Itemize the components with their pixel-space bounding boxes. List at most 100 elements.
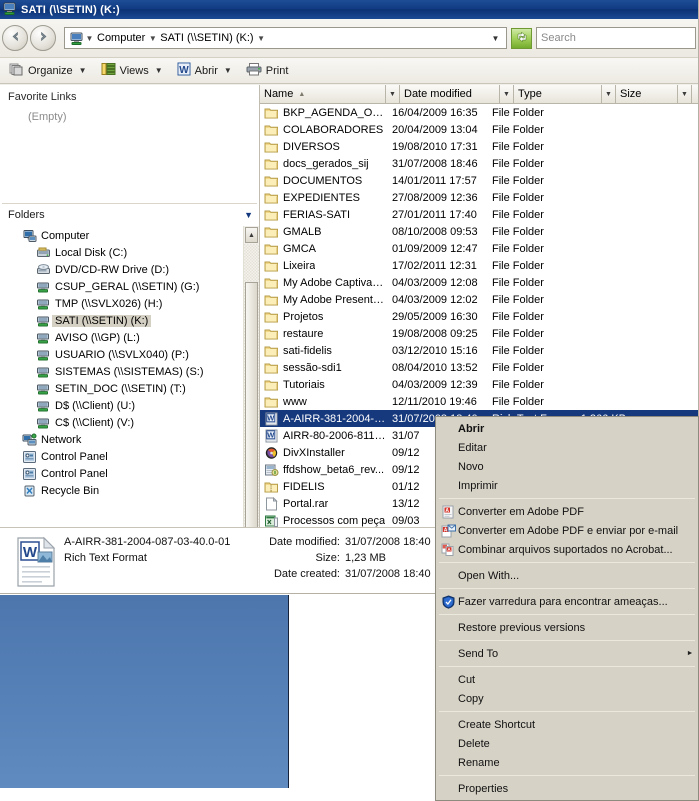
table-row[interactable]: My Adobe Presentati... 04/03/2009 12:02 Fi… xyxy=(260,291,698,308)
context-menu-item[interactable]: Delete xyxy=(436,734,698,753)
breadcrumb-item-computer[interactable]: Computer xyxy=(95,32,147,44)
file-date-cell: 01/09/2009 12:47 xyxy=(392,242,478,255)
file-name-label: Processos com peça xyxy=(283,514,386,527)
tree-item[interactable]: DVD/CD-RW Drive (D:) xyxy=(0,261,243,278)
context-menu-item[interactable]: Create Shortcut xyxy=(436,715,698,734)
scroll-up-icon[interactable]: ▲ xyxy=(245,227,258,243)
table-row[interactable]: sessão-sdi1 08/04/2010 13:52 File Folder xyxy=(260,359,698,376)
file-name-cell: Portal.rar xyxy=(260,496,386,511)
context-menu-item[interactable]: Abrir xyxy=(436,419,698,438)
chevron-down-icon[interactable]: ▼ xyxy=(224,66,232,75)
table-row[interactable]: BKP_AGENDA_OLD 16/04/2009 16:35 File Folde… xyxy=(260,104,698,121)
back-button[interactable] xyxy=(2,25,28,51)
tree-item-label: CSUP_GERAL (\\SETIN) (G:) xyxy=(55,280,200,293)
breadcrumb-separator[interactable]: ▼ xyxy=(147,34,158,43)
context-menu-item[interactable]: Imprimir xyxy=(436,476,698,495)
file-name-cell: FERIAS-SATI xyxy=(260,208,386,222)
toolbar-abrir-button[interactable]: W Abrir ▼ xyxy=(173,60,236,82)
table-row[interactable]: GMALB 08/10/2008 09:53 File Folder xyxy=(260,223,698,240)
context-menu-item[interactable]: A Combinar arquivos suportados no Acrobat… xyxy=(436,540,698,559)
table-row[interactable]: GMCA 01/09/2009 12:47 File Folder xyxy=(260,240,698,257)
file-type-cell: File Folder xyxy=(492,395,544,408)
context-menu-item[interactable]: Novo xyxy=(436,457,698,476)
tree-item[interactable]: Computer xyxy=(0,227,243,244)
toolbar-print-button[interactable]: Print xyxy=(242,60,293,82)
tree-item[interactable]: TMP (\\SVLX026) (H:) xyxy=(0,295,243,312)
column-size-dropdown[interactable]: ▼ xyxy=(678,85,692,103)
svg-text:W: W xyxy=(179,65,189,76)
context-menu-item-label: Combinar arquivos suportados no Acrobat.… xyxy=(458,543,673,556)
table-row[interactable]: COLABORADORES 20/04/2009 13:04 File Folder xyxy=(260,121,698,138)
table-row[interactable]: Lixeira 17/02/2011 12:31 File Folder xyxy=(260,257,698,274)
context-menu-item[interactable]: Send To ► xyxy=(436,644,698,663)
forward-button[interactable] xyxy=(30,25,56,51)
tree-item[interactable]: AVISO (\\GP) (L:) xyxy=(0,329,243,346)
context-menu-item[interactable]: Editar xyxy=(436,438,698,457)
context-menu-item[interactable]: Rename xyxy=(436,753,698,772)
tree-item[interactable]: Local Disk (C:) xyxy=(0,244,243,261)
chevron-down-icon[interactable]: ▼ xyxy=(488,34,503,43)
scrollbar-track[interactable] xyxy=(244,244,259,575)
file-type-cell: File Folder xyxy=(492,378,544,391)
table-row[interactable]: restaure 19/08/2008 09:25 File Folder xyxy=(260,325,698,342)
context-menu-item[interactable]: Open With... xyxy=(436,566,698,585)
tree-item[interactable]: D$ (\\Client) (U:) xyxy=(0,397,243,414)
context-menu-item[interactable]: Cut xyxy=(436,670,698,689)
chevron-down-icon[interactable]: ▼ xyxy=(155,66,163,75)
tree-item[interactable]: C$ (\\Client) (V:) xyxy=(0,414,243,431)
breadcrumb-item-sati[interactable]: SATI (\\SETIN) (K:) xyxy=(158,32,255,44)
context-menu-item[interactable]: A Converter em Adobe PDF xyxy=(436,502,698,521)
tree-item[interactable]: Control Panel xyxy=(0,465,243,482)
tree-item[interactable]: Control Panel xyxy=(0,448,243,465)
column-header-size[interactable]: Size xyxy=(616,85,678,103)
svg-text:W: W xyxy=(267,430,275,439)
generic-file-icon xyxy=(264,496,279,511)
table-row[interactable]: docs_gerados_sij 31/07/2008 18:46 File Fol… xyxy=(260,155,698,172)
breadcrumb-separator[interactable]: ▼ xyxy=(256,34,267,43)
address-bar[interactable]: ▼ Computer ▼ SATI (\\SETIN) (K:) ▼ ▼ xyxy=(64,27,507,49)
chevron-down-icon[interactable]: ▼ xyxy=(79,66,87,75)
table-row[interactable]: FERIAS-SATI 27/01/2011 17:40 File Folder xyxy=(260,206,698,223)
tree-item[interactable]: SISTEMAS (\\SISTEMAS) (S:) xyxy=(0,363,243,380)
tree-item[interactable]: USUARIO (\\SVLX040) (P:) xyxy=(0,346,243,363)
column-header-name[interactable]: Name ▲ xyxy=(260,85,386,103)
file-name-cell: Processos com peça xyxy=(260,514,386,528)
column-date-dropdown[interactable]: ▼ xyxy=(500,85,514,103)
folder-icon xyxy=(264,123,279,137)
context-menu-item[interactable]: Restore previous versions xyxy=(436,618,698,637)
tree-item[interactable]: SATI (\\SETIN) (K:) xyxy=(0,312,243,329)
tree-item[interactable]: SETIN_DOC (\\SETIN) (T:) xyxy=(0,380,243,397)
svg-text:A: A xyxy=(443,527,447,533)
table-row[interactable]: Tutoriais 04/03/2009 12:39 File Folder xyxy=(260,376,698,393)
toolbar-views-button[interactable]: Views ▼ xyxy=(97,60,167,82)
tree-item[interactable]: Network xyxy=(0,431,243,448)
tree-item[interactable]: Recycle Bin xyxy=(0,482,243,499)
table-row[interactable]: DOCUMENTOS 14/01/2011 17:57 File Folder xyxy=(260,172,698,189)
refresh-button[interactable] xyxy=(511,27,532,49)
table-row[interactable]: My Adobe Captivate... 04/03/2009 12:08 Fil… xyxy=(260,274,698,291)
context-menu-item-label: Rename xyxy=(458,756,500,769)
context-menu-item[interactable]: Properties xyxy=(436,779,698,798)
table-row[interactable]: sati-fidelis 03/12/2010 15:16 File Folder xyxy=(260,342,698,359)
file-date-cell: 27/01/2011 17:40 xyxy=(392,208,477,221)
context-menu[interactable]: Abrir Editar Novo Imprimir A Converter em Ado… xyxy=(435,416,699,801)
context-menu-item[interactable]: A Converter em Adobe PDF e enviar por e-m… xyxy=(436,521,698,540)
table-row[interactable]: DIVERSOS 19/08/2010 17:31 File Folder xyxy=(260,138,698,155)
table-row[interactable]: Projetos 29/05/2009 16:30 File Folder xyxy=(260,308,698,325)
toolbar-organize-button[interactable]: Organize ▼ xyxy=(5,60,91,82)
context-menu-item-label: Open With... xyxy=(458,569,520,582)
file-name-label: restaure xyxy=(283,327,324,340)
column-type-dropdown[interactable]: ▼ xyxy=(602,85,616,103)
tree-item[interactable]: CSUP_GERAL (\\SETIN) (G:) xyxy=(0,278,243,295)
chevron-down-icon[interactable]: ▼ xyxy=(244,210,253,220)
search-input[interactable]: Search xyxy=(536,27,696,49)
folders-header[interactable]: Folders ▼ xyxy=(0,204,259,226)
table-row[interactable]: EXPEDIENTES 27/08/2009 12:36 File Folder xyxy=(260,189,698,206)
file-name-cell: sati-fidelis xyxy=(260,344,386,358)
column-header-date-modified[interactable]: Date modified xyxy=(400,85,500,103)
column-header-type[interactable]: Type xyxy=(514,85,602,103)
context-menu-item[interactable]: Fazer varredura para encontrar ameaças..… xyxy=(436,592,698,611)
table-row[interactable]: www 12/11/2010 19:46 File Folder xyxy=(260,393,698,410)
column-name-dropdown[interactable]: ▼ xyxy=(386,85,400,103)
context-menu-item[interactable]: Copy xyxy=(436,689,698,708)
